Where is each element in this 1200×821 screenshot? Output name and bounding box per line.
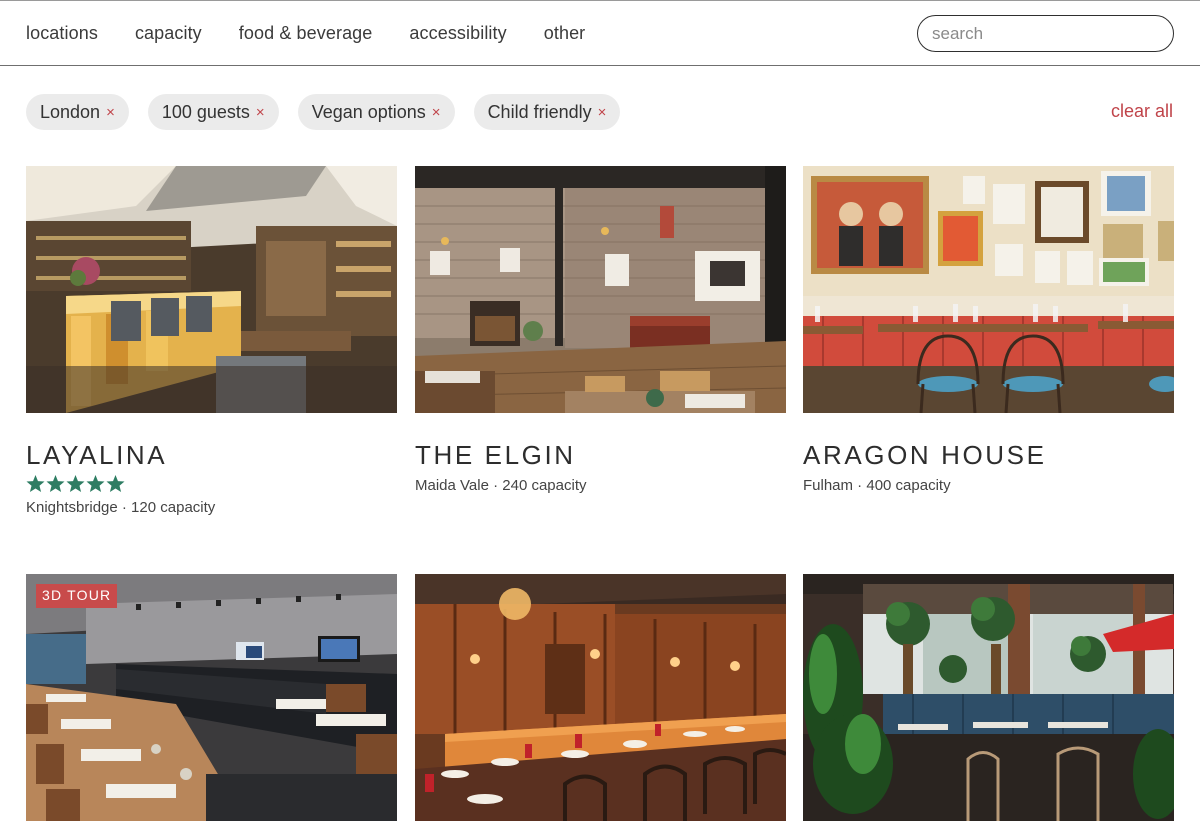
remove-filter-icon[interactable]: ×: [432, 104, 441, 121]
search-input[interactable]: [917, 15, 1174, 52]
remove-filter-icon[interactable]: ×: [106, 104, 115, 121]
pub-interior-image: [415, 166, 786, 413]
filter-chip-child-friendly[interactable]: Child friendly ×: [473, 94, 621, 130]
venue-card[interactable]: THE ELGIN Maida Vale · 240 capacity: [415, 166, 786, 494]
venue-location-capacity: Knightsbridge · 120 capacity: [26, 499, 216, 516]
nav-item-locations[interactable]: locations: [26, 23, 98, 44]
nav-item-other[interactable]: other: [544, 23, 586, 44]
nav-item-capacity[interactable]: capacity: [135, 23, 202, 44]
star-icon: [66, 475, 85, 493]
wood-dining-room-image: [415, 574, 786, 821]
star-icon: [46, 475, 65, 493]
venue-photo[interactable]: [803, 574, 1174, 821]
category-nav: locations capacity food & beverage acces…: [26, 23, 622, 44]
venue-photo[interactable]: [26, 166, 397, 413]
venue-name[interactable]: LAYALINA: [26, 440, 397, 471]
filter-chip-vegan[interactable]: Vegan options ×: [297, 94, 455, 130]
filter-chip-label: Child friendly: [487, 101, 592, 122]
venue-card[interactable]: 3D TOUR: [26, 574, 397, 821]
active-filters: London × 100 guests × Vegan options × Ch…: [26, 94, 639, 130]
venue-location-capacity: Fulham · 400 capacity: [803, 477, 951, 494]
3d-tour-badge[interactable]: 3D TOUR: [36, 584, 118, 608]
top-navigation-bar: locations capacity food & beverage acces…: [0, 0, 1200, 66]
clear-all-filters-link[interactable]: clear all: [1111, 101, 1173, 122]
venue-photo[interactable]: [415, 574, 786, 821]
filter-chip-guests[interactable]: 100 guests ×: [147, 94, 279, 130]
star-icon: [106, 475, 125, 493]
bar-interior-image: [26, 166, 397, 413]
plant-dining-room-image: [803, 574, 1174, 821]
nav-item-accessibility[interactable]: accessibility: [409, 23, 506, 44]
remove-filter-icon[interactable]: ×: [598, 104, 607, 121]
venue-photo[interactable]: [415, 166, 786, 413]
filter-chip-label: Vegan options: [311, 101, 426, 122]
filter-chip-label: 100 guests: [161, 101, 250, 122]
star-icon: [86, 475, 105, 493]
venue-photo[interactable]: 3D TOUR: [26, 574, 397, 821]
venue-name[interactable]: THE ELGIN: [415, 440, 786, 471]
venue-photo[interactable]: [803, 166, 1174, 413]
venue-location-capacity: Maida Vale · 240 capacity: [415, 477, 587, 494]
filter-chip-label: London: [40, 101, 101, 122]
venue-card[interactable]: [415, 574, 786, 821]
venue-name[interactable]: ARAGON HOUSE: [803, 440, 1174, 471]
filter-chip-location[interactable]: London ×: [26, 94, 129, 130]
venue-card[interactable]: LAYALINA Knightsbridge · 120 capacity: [26, 166, 397, 516]
gallery-room-image: [803, 166, 1174, 413]
star-rating: [26, 475, 397, 493]
remove-filter-icon[interactable]: ×: [256, 104, 265, 121]
nav-item-food-beverage[interactable]: food & beverage: [239, 23, 373, 44]
venue-card[interactable]: [803, 574, 1174, 821]
dining-room-image: [26, 574, 397, 821]
venue-card[interactable]: ARAGON HOUSE Fulham · 400 capacity: [803, 166, 1174, 494]
star-icon: [26, 475, 45, 493]
